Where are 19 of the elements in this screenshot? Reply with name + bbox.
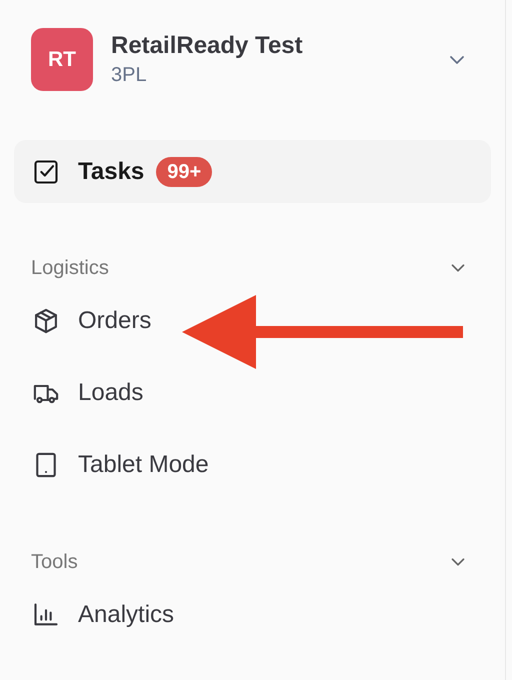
nav-item[interactable]: Tablet Mode: [14, 433, 491, 496]
section-title: Logistics: [31, 256, 109, 281]
box-icon: [32, 306, 60, 334]
workspace-name: RetailReady Test: [111, 30, 304, 60]
nav-label: Tasks: [78, 156, 144, 186]
nav-label: Orders: [78, 306, 152, 336]
workspace-type: 3PL: [111, 62, 148, 88]
nav-label: Loads: [78, 378, 144, 408]
nav-label: Tablet Mode: [78, 450, 209, 480]
section-title: Tools: [31, 550, 78, 575]
nav-item[interactable]: Orders: [14, 289, 491, 352]
nav-label: Analytics: [78, 600, 174, 630]
nav-item[interactable]: Tasks 99+: [14, 140, 491, 203]
nav-item[interactable]: Analytics: [14, 583, 491, 646]
nav-item[interactable]: Loads: [14, 361, 491, 424]
bar-chart-icon: [32, 600, 60, 628]
count-badge: 99+: [156, 156, 212, 186]
check-square-icon: [32, 158, 60, 186]
workspace-avatar: RT: [31, 28, 93, 91]
